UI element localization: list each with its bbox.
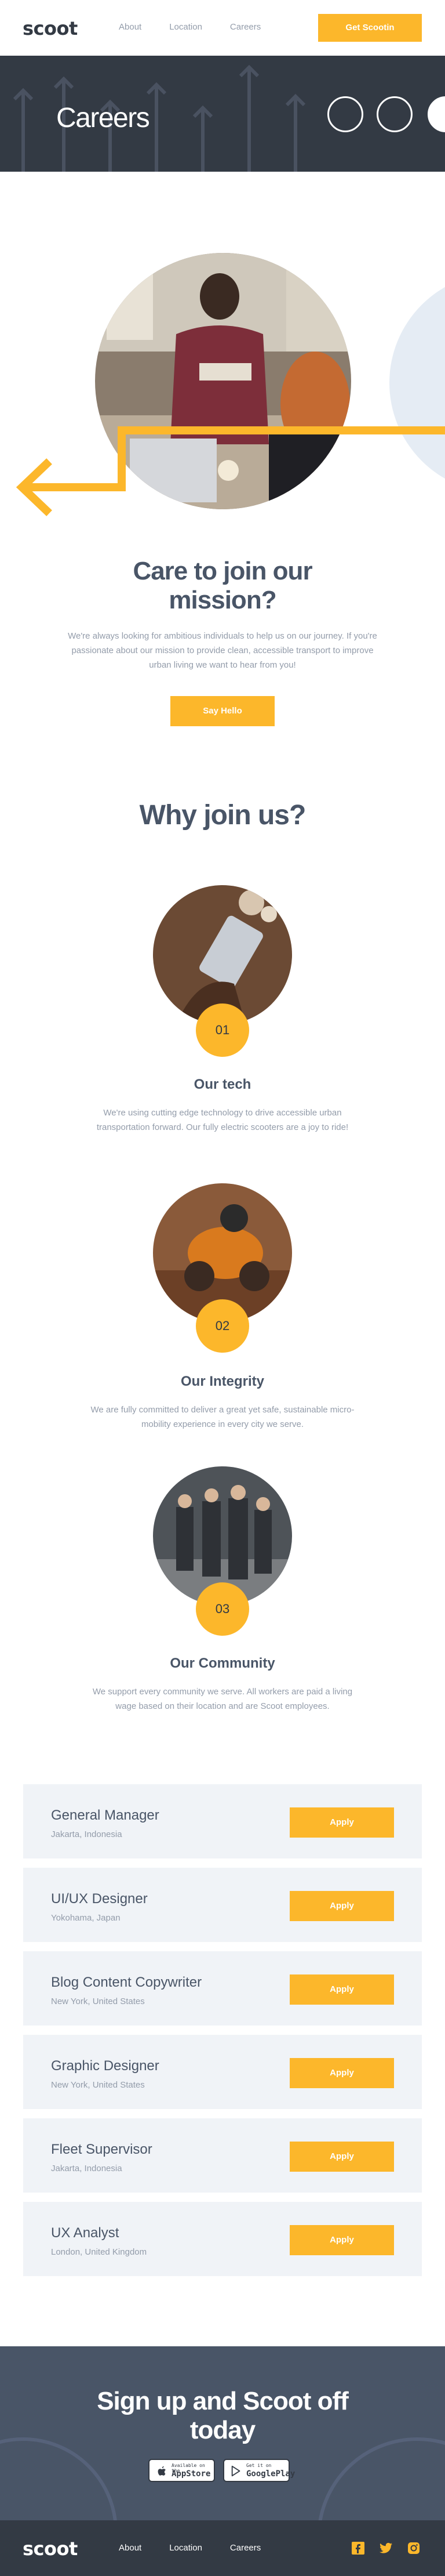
logo[interactable]: scoot [23, 17, 78, 39]
main-nav: About Location Careers [119, 22, 261, 32]
footer-nav: About Location Careers [119, 2543, 261, 2553]
hero-circle-1 [327, 96, 363, 132]
appstore-label: AppStore [172, 2469, 211, 2479]
google-play-icon [231, 2465, 240, 2477]
job-card: UX Analyst London, United Kingdom Apply [23, 2202, 422, 2276]
nav-location[interactable]: Location [169, 22, 202, 32]
feature-text-community: We support every community we serve. All… [92, 1687, 353, 1711]
feature-text-tech: We're using cutting edge technology to d… [96, 1108, 349, 1132]
feature-title-integrity: Our Integrity [180, 1374, 264, 1389]
footer-nav-about[interactable]: About [119, 2543, 141, 2553]
job-location: Jakarta, Indonesia [51, 2164, 122, 2173]
job-title: Graphic Designer [51, 2058, 159, 2074]
job-title: Blog Content Copywriter [51, 1974, 202, 1990]
arrow-left-icon [16, 426, 445, 516]
job-card: Graphic Designer New York, United States… [23, 2035, 422, 2109]
signup-banner: Sign up and Scoot off today Available on… [0, 2346, 445, 2520]
job-location: Yokohama, Japan [51, 1913, 121, 1923]
feature-number-01: 01 [196, 1003, 249, 1057]
job-title: UX Analyst [51, 2225, 119, 2241]
feature-title-tech: Our tech [194, 1077, 251, 1092]
footer-logo[interactable]: scoot [23, 2538, 78, 2560]
footer-nav-careers[interactable]: Careers [230, 2543, 261, 2553]
googleplay-button[interactable]: Get it on GooglePlay [223, 2459, 295, 2482]
apply-button[interactable]: Apply [290, 2058, 394, 2088]
hero-title: Careers [56, 103, 150, 133]
apply-button[interactable]: Apply [290, 1974, 394, 2005]
job-card: Blog Content Copywriter New York, United… [23, 1951, 422, 2026]
job-location: New York, United States [51, 1997, 145, 2006]
apple-icon [158, 2466, 166, 2476]
signup-title: Sign up and Scoot off today [97, 2387, 349, 2444]
apply-button[interactable]: Apply [290, 2225, 394, 2255]
job-location: Jakarta, Indonesia [51, 1829, 122, 1839]
instagram-icon[interactable] [407, 2541, 421, 2555]
job-location: New York, United States [51, 2080, 145, 2090]
site-footer: scoot About Location Careers [0, 2520, 445, 2576]
nav-about[interactable]: About [119, 22, 141, 32]
apply-button[interactable]: Apply [290, 1807, 394, 1838]
job-card: UI/UX Designer Yokohama, Japan Apply [23, 1868, 422, 1942]
facebook-icon[interactable] [351, 2541, 365, 2555]
googleplay-label: GooglePlay [246, 2469, 296, 2479]
nav-careers[interactable]: Careers [230, 22, 261, 32]
job-title: Fleet Supervisor [51, 2142, 152, 2157]
twitter-icon[interactable] [379, 2541, 393, 2555]
mission-text: We're always looking for ambitious indiv… [68, 631, 377, 670]
mission-title: Care to join our mission? [133, 557, 312, 614]
apply-button[interactable]: Apply [290, 1891, 394, 1921]
feature-title-community: Our Community [170, 1655, 275, 1671]
say-hello-button[interactable]: Say Hello [170, 696, 275, 726]
careers-page: scoot About Location Careers Get Scootin… [0, 0, 445, 2576]
footer-nav-location[interactable]: Location [169, 2543, 202, 2553]
get-scootin-button[interactable]: Get Scootin [318, 14, 422, 42]
googleplay-small-label: Get it on [246, 2463, 272, 2468]
appstore-button[interactable]: Available on the AppStore [148, 2459, 215, 2482]
job-card: Fleet Supervisor Jakarta, Indonesia Appl… [23, 2118, 422, 2193]
job-location: London, United Kingdom [51, 2247, 147, 2257]
site-header: scoot About Location Careers Get Scootin [0, 0, 445, 56]
job-card: General Manager Jakarta, Indonesia Apply [23, 1784, 422, 1858]
feature-number-03: 03 [196, 1582, 249, 1636]
feature-number-02: 02 [196, 1299, 249, 1353]
hero-circle-2 [377, 96, 413, 132]
job-title: General Manager [51, 1807, 159, 1823]
why-title: Why join us? [139, 800, 307, 831]
hero-banner: Careers [0, 56, 445, 172]
apply-button[interactable]: Apply [290, 2142, 394, 2172]
feature-text-integrity: We are fully committed to deliver a grea… [90, 1405, 355, 1429]
job-title: UI/UX Designer [51, 1891, 148, 1907]
